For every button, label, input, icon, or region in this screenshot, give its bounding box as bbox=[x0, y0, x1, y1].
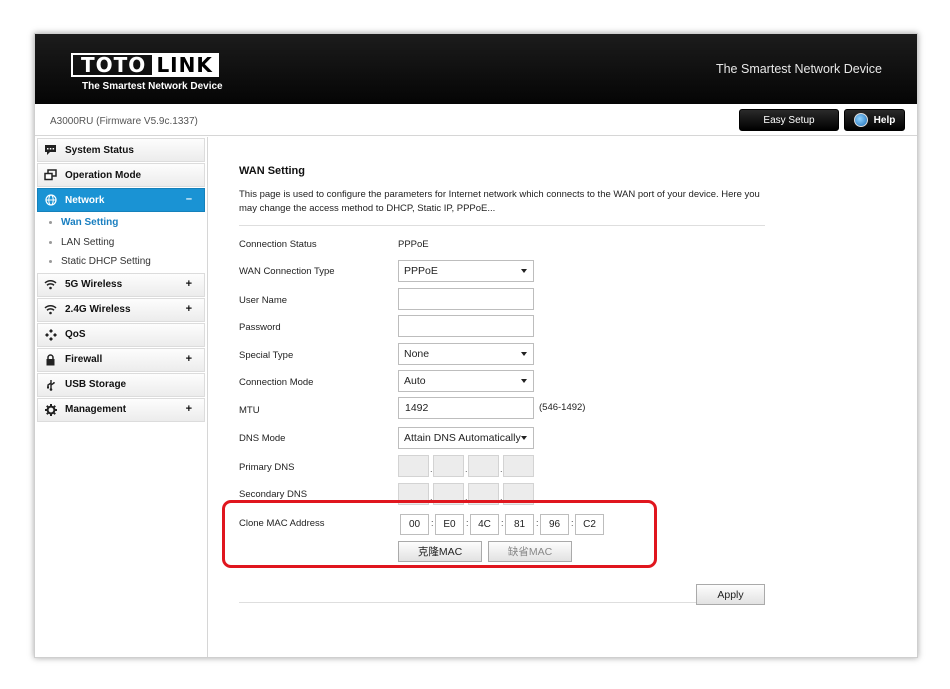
sidebar-item-24g-wireless[interactable]: 2.4G Wireless + bbox=[37, 297, 205, 322]
sidebar-subitem-label: Static DHCP Setting bbox=[61, 256, 151, 268]
help-button-label: Help bbox=[873, 114, 896, 126]
bullet-icon bbox=[49, 260, 52, 264]
usb-icon bbox=[44, 378, 57, 391]
sidebar-item-firewall[interactable]: Firewall + bbox=[37, 347, 205, 372]
lock-icon bbox=[44, 353, 57, 366]
logo-toto-text: TOTO bbox=[81, 53, 147, 77]
bullet-icon bbox=[49, 240, 52, 244]
secondary-dns-label: Secondary DNS bbox=[239, 489, 308, 500]
primary-dns-octet-3[interactable] bbox=[468, 455, 499, 477]
wifi-icon bbox=[44, 278, 57, 291]
globe-icon bbox=[44, 194, 57, 207]
connection-status-value: PPPoE bbox=[398, 239, 429, 250]
sidebar-item-label: Operation Mode bbox=[65, 169, 142, 181]
connection-mode-label: Connection Mode bbox=[239, 377, 314, 388]
sidebar-item-label: 5G Wireless bbox=[65, 279, 123, 290]
expand-toggle[interactable]: + bbox=[186, 403, 192, 415]
mtu-label: MTU bbox=[239, 405, 260, 416]
password-label: Password bbox=[239, 322, 281, 333]
sidebar-item-label: Network bbox=[65, 194, 105, 206]
sidebar-item-label: 2.4G Wireless bbox=[65, 304, 131, 315]
sidebar-subitem-wan-setting[interactable]: Wan Setting bbox=[35, 213, 207, 233]
divider bbox=[239, 602, 765, 603]
special-type-select[interactable]: None bbox=[398, 343, 534, 365]
sidebar-item-label: Firewall bbox=[65, 354, 103, 365]
bullet-icon bbox=[49, 221, 52, 225]
windows-icon bbox=[44, 169, 57, 182]
primary-dns-label: Primary DNS bbox=[239, 462, 295, 473]
gear-icon bbox=[44, 403, 57, 416]
connection-mode-select[interactable]: Auto bbox=[398, 370, 534, 392]
sub-toolbar: A3000RU (Firmware V5.9c.1337) Easy Setup… bbox=[35, 104, 917, 136]
connection-status-label: Connection Status bbox=[239, 239, 317, 250]
qos-icon bbox=[44, 328, 57, 341]
sidebar-item-label: System Status bbox=[65, 144, 134, 156]
header-bar: TOTO LINK The Smartest Network Device Th… bbox=[35, 34, 917, 104]
red-highlight-annotation bbox=[222, 500, 657, 568]
logo-link-text: LINK bbox=[152, 53, 217, 77]
sidebar-item-label: Management bbox=[65, 404, 127, 415]
sidebar-item-usb-storage[interactable]: USB Storage bbox=[37, 372, 205, 397]
chat-icon bbox=[44, 144, 57, 157]
sidebar-item-label: QoS bbox=[65, 329, 86, 340]
select-value: Attain DNS Automatically bbox=[404, 432, 521, 444]
divider bbox=[239, 225, 765, 226]
primary-dns-octet-2[interactable] bbox=[433, 455, 464, 477]
sidebar-item-network[interactable]: Network – bbox=[37, 188, 205, 212]
expand-toggle[interactable]: + bbox=[186, 278, 192, 290]
select-value: Auto bbox=[404, 375, 426, 387]
logo-box: TOTO LINK bbox=[71, 53, 219, 77]
expand-toggle[interactable]: + bbox=[186, 353, 192, 365]
sidebar-subitem-label: LAN Setting bbox=[61, 236, 115, 248]
wan-connection-type-label: WAN Connection Type bbox=[239, 266, 335, 277]
header-slogan: The Smartest Network Device bbox=[715, 62, 882, 76]
chevron-down-icon bbox=[521, 436, 527, 440]
sidebar-subitem-label: Wan Setting bbox=[61, 217, 119, 229]
primary-dns-octet-4[interactable] bbox=[503, 455, 534, 477]
sidebar-item-operation-mode[interactable]: Operation Mode bbox=[37, 163, 205, 187]
logo-tagline: The Smartest Network Device bbox=[82, 81, 223, 92]
wan-connection-type-select[interactable]: PPPoE bbox=[398, 260, 534, 282]
sidebar-subitem-lan-setting[interactable]: LAN Setting bbox=[35, 233, 207, 253]
help-globe-icon bbox=[853, 113, 868, 127]
chevron-down-icon bbox=[521, 352, 527, 356]
mtu-range-hint: (546-1492) bbox=[539, 402, 586, 413]
model-firmware-label: A3000RU (Firmware V5.9c.1337) bbox=[50, 116, 198, 127]
select-value: None bbox=[404, 348, 430, 360]
easy-setup-button[interactable]: Easy Setup bbox=[739, 109, 839, 131]
sidebar-item-qos[interactable]: QoS bbox=[37, 322, 205, 347]
wifi-icon bbox=[44, 303, 57, 316]
sidebar-item-management[interactable]: Management + bbox=[37, 397, 205, 422]
dns-mode-label: DNS Mode bbox=[239, 433, 286, 444]
sidebar-item-5g-wireless[interactable]: 5G Wireless + bbox=[37, 272, 205, 297]
dns-mode-select[interactable]: Attain DNS Automatically bbox=[398, 427, 534, 449]
totolink-logo: TOTO LINK The Smartest Network Device bbox=[71, 53, 223, 92]
help-button[interactable]: Help bbox=[844, 109, 905, 131]
sidebar-subitem-static-dhcp[interactable]: Static DHCP Setting bbox=[35, 252, 207, 272]
chevron-down-icon bbox=[521, 269, 527, 273]
special-type-label: Special Type bbox=[239, 350, 294, 361]
sidebar-item-system-status[interactable]: System Status bbox=[37, 138, 205, 162]
username-input[interactable] bbox=[398, 288, 534, 310]
username-label: User Name bbox=[239, 295, 288, 306]
page-description: This page is used to configure the param… bbox=[239, 189, 760, 214]
page-title: WAN Setting bbox=[239, 165, 305, 177]
mtu-input[interactable]: 1492 bbox=[398, 397, 534, 419]
expand-toggle[interactable]: + bbox=[186, 303, 192, 315]
select-value: PPPoE bbox=[404, 265, 438, 277]
sidebar-item-label: USB Storage bbox=[65, 379, 127, 390]
primary-dns-octet-1[interactable] bbox=[398, 455, 429, 477]
apply-button[interactable]: Apply bbox=[696, 584, 765, 605]
chevron-down-icon bbox=[521, 379, 527, 383]
collapse-toggle[interactable]: – bbox=[186, 193, 192, 205]
sidebar-nav: System Status Operation Mode Network – W… bbox=[35, 137, 208, 657]
password-input[interactable] bbox=[398, 315, 534, 337]
